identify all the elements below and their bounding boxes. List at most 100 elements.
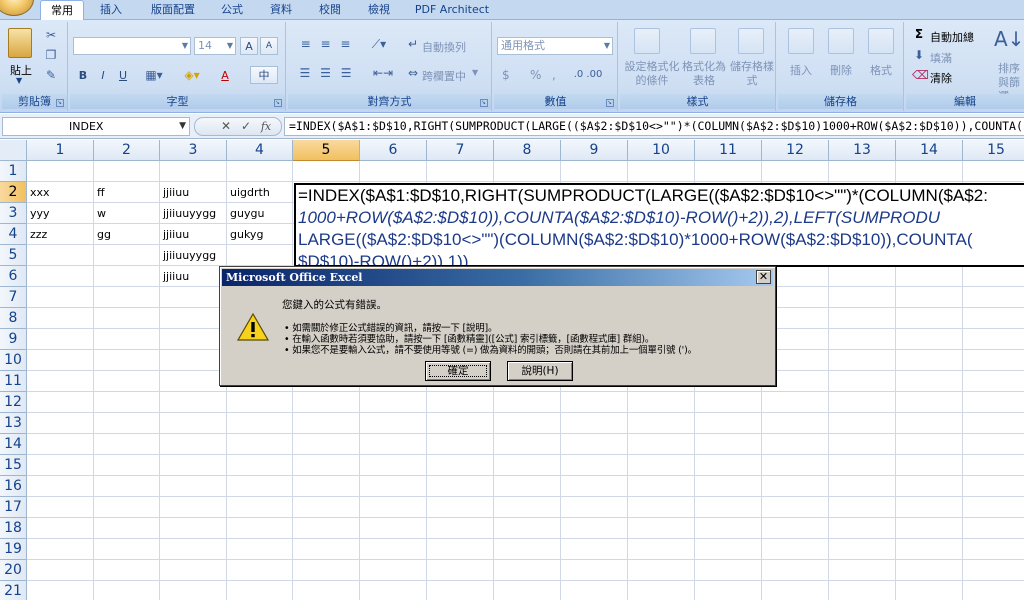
insert-cells-button[interactable]: 插入 <box>790 62 812 78</box>
cell[interactable]: ff <box>95 182 159 202</box>
row-header[interactable]: 2 <box>0 182 27 203</box>
phonetic-button[interactable]: 中 <box>250 66 278 84</box>
orientation-icon[interactable]: ⟋▾ <box>366 37 392 51</box>
autosum-button[interactable]: 自動加總 <box>930 29 974 45</box>
format-cells-icon[interactable] <box>868 28 894 54</box>
cell[interactable]: gg <box>95 224 159 244</box>
column-header[interactable]: 1 <box>27 140 94 161</box>
cell[interactable]: gukyg <box>228 224 292 244</box>
fill-button[interactable]: 填滿 <box>930 50 952 66</box>
column-header[interactable]: 15 <box>963 140 1024 161</box>
wrap-text-icon[interactable]: ↵ <box>406 37 420 51</box>
row-header[interactable]: 1 <box>0 161 27 182</box>
row-header[interactable]: 7 <box>0 287 27 308</box>
decimal-icons[interactable]: .0 .00 <box>568 68 608 82</box>
row-header[interactable]: 9 <box>0 329 27 350</box>
copy-icon[interactable]: ❐ <box>44 48 58 62</box>
clear-icon[interactable]: ⌫ <box>912 68 929 82</box>
clear-button[interactable]: 清除 <box>930 70 952 86</box>
column-header[interactable]: 9 <box>561 140 628 161</box>
formula-input[interactable]: =INDEX($A$1:$D$10,RIGHT(SUMPRODUCT(LARGE… <box>284 117 1024 136</box>
vertical-align-icons[interactable]: ≡ ≡ ≡ <box>294 37 360 51</box>
row-header[interactable]: 12 <box>0 392 27 413</box>
tab-review[interactable]: 校閱 <box>308 0 352 20</box>
format-as-table-button[interactable]: 格式化為表格 <box>682 60 726 88</box>
font-size-combo[interactable]: 14 ▼ <box>194 37 236 55</box>
row-header[interactable]: 19 <box>0 539 27 560</box>
row-header[interactable]: 10 <box>0 350 27 371</box>
column-header[interactable]: 11 <box>695 140 762 161</box>
cell[interactable]: jjiiuu <box>161 224 226 244</box>
name-box[interactable]: INDEX ▼ <box>2 117 190 136</box>
cell[interactable]: jjiiuu <box>161 182 226 202</box>
row-header[interactable]: 13 <box>0 413 27 434</box>
italic-button[interactable]: I <box>94 66 112 84</box>
percent-button[interactable]: % <box>530 68 541 82</box>
cancel-formula-button[interactable]: ✕ <box>217 118 235 135</box>
column-header[interactable]: 13 <box>829 140 896 161</box>
insert-cells-icon[interactable] <box>788 28 814 54</box>
help-button[interactable]: 說明(H) <box>507 361 573 381</box>
row-header[interactable]: 6 <box>0 266 27 287</box>
bold-button[interactable]: B <box>74 66 92 84</box>
row-header[interactable]: 3 <box>0 203 27 224</box>
conditional-format-icon[interactable] <box>634 28 660 54</box>
cell-styles-icon[interactable] <box>738 28 764 54</box>
row-header[interactable]: 15 <box>0 455 27 476</box>
column-header[interactable]: 14 <box>896 140 963 161</box>
cell[interactable]: jjiiuuyygg <box>161 203 226 223</box>
column-header[interactable]: 2 <box>94 140 160 161</box>
cut-icon[interactable]: ✂ <box>44 28 58 42</box>
active-cell-editor[interactable]: =INDEX($A$1:$D$10,RIGHT(SUMPRODUCT(LARGE… <box>294 183 1024 267</box>
column-header[interactable]: 4 <box>227 140 293 161</box>
cell[interactable]: jjiiuu <box>161 266 226 286</box>
cell[interactable]: uigdrth <box>228 182 292 202</box>
comma-button[interactable]: , <box>552 68 556 82</box>
tab-view[interactable]: 檢視 <box>356 0 402 20</box>
cell[interactable]: xxx <box>28 182 93 202</box>
column-header[interactable]: 3 <box>160 140 227 161</box>
borders-icon[interactable]: ▦▾ <box>140 68 168 82</box>
grow-font-button[interactable]: A <box>240 37 258 55</box>
row-header[interactable]: 17 <box>0 497 27 518</box>
paste-icon[interactable] <box>8 28 32 58</box>
merge-center-button[interactable]: 跨欄置中 <box>422 68 466 84</box>
dialog-close-button[interactable]: ✕ <box>756 270 771 284</box>
format-painter-icon[interactable]: ✎ <box>44 68 58 82</box>
font-launcher-icon[interactable]: ↘ <box>274 99 282 107</box>
tab-insert[interactable]: 插入 <box>88 0 134 20</box>
merge-center-icon[interactable]: ⇔ <box>406 66 420 80</box>
row-header[interactable]: 14 <box>0 434 27 455</box>
office-button[interactable] <box>0 0 34 16</box>
currency-button[interactable]: $ <box>502 68 510 82</box>
enter-formula-button[interactable]: ✓ <box>237 118 255 135</box>
row-header[interactable]: 21 <box>0 581 27 600</box>
ok-button[interactable]: 確定 <box>425 361 491 381</box>
select-all-corner[interactable] <box>0 140 27 161</box>
delete-cells-icon[interactable] <box>828 28 854 54</box>
fill-color-icon[interactable]: ◈▾ <box>178 68 206 82</box>
fill-icon[interactable]: ⬇ <box>912 48 926 62</box>
cell[interactable]: jjiiuuyygg <box>161 245 226 265</box>
horizontal-align-icons[interactable]: ☰ ☰ ☰ <box>294 66 360 80</box>
column-header[interactable]: 5 <box>293 140 360 161</box>
row-header[interactable]: 8 <box>0 308 27 329</box>
insert-function-button[interactable]: fx <box>257 118 275 135</box>
cell-styles-button[interactable]: 儲存格樣式 <box>730 60 774 88</box>
column-header[interactable]: 7 <box>427 140 494 161</box>
clipboard-launcher-icon[interactable]: ↘ <box>56 99 64 107</box>
column-header[interactable]: 12 <box>762 140 829 161</box>
dialog-title-bar[interactable]: Microsoft Office Excel ✕ <box>222 269 773 286</box>
delete-cells-button[interactable]: 刪除 <box>830 62 852 78</box>
tab-data[interactable]: 資料 <box>258 0 304 20</box>
tab-page-layout[interactable]: 版面配置 <box>140 0 206 20</box>
format-as-table-icon[interactable] <box>690 28 716 54</box>
cell[interactable]: w <box>95 203 159 223</box>
column-header[interactable]: 6 <box>360 140 427 161</box>
conditional-format-button[interactable]: 設定格式化的條件 <box>624 60 680 88</box>
tab-formulas[interactable]: 公式 <box>212 0 252 20</box>
wrap-text-button[interactable]: 自動換列 <box>422 39 466 55</box>
font-color-button[interactable]: A <box>216 66 234 84</box>
column-header[interactable]: 10 <box>628 140 695 161</box>
number-launcher-icon[interactable]: ↘ <box>606 99 614 107</box>
